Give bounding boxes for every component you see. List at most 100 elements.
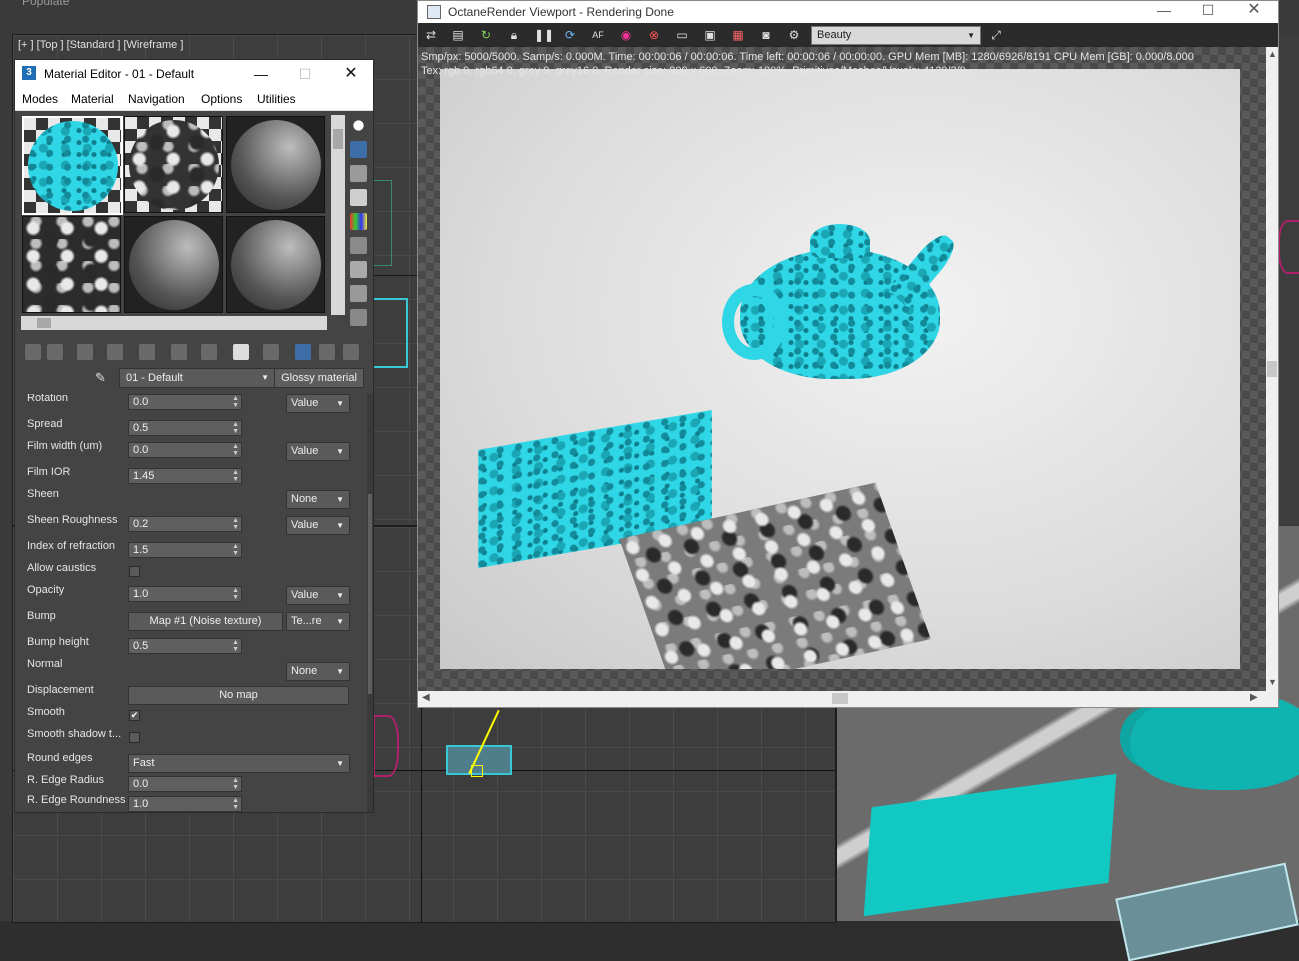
slots-vertical-scrollbar[interactable]: [331, 115, 345, 315]
allow-caustics-checkbox[interactable]: [129, 566, 140, 577]
bump-height-spinner[interactable]: 0.5 ▲ ▼: [128, 638, 242, 654]
options-icon[interactable]: [350, 261, 367, 278]
sample-slot-1[interactable]: [22, 116, 123, 215]
video-color-check-icon[interactable]: [350, 213, 367, 230]
show-end-result-icon[interactable]: [295, 344, 311, 360]
delete-icon[interactable]: [107, 344, 123, 360]
sample-slot-4[interactable]: [22, 216, 121, 313]
render-horizontal-scrollbar[interactable]: ◀ ▶: [418, 691, 1266, 706]
region-render-icon[interactable]: ⊗: [646, 27, 662, 43]
round-edges-dropdown[interactable]: Fast ▼: [128, 754, 350, 773]
spinner-arrows-icon[interactable]: ▲ ▼: [232, 587, 239, 601]
right-viewport-edge[interactable]: [1276, 34, 1299, 524]
menu-options[interactable]: Options: [201, 92, 242, 106]
spinner-arrows-icon[interactable]: ▲ ▼: [232, 395, 239, 409]
spinner-arrows-icon[interactable]: ▲ ▼: [232, 443, 239, 457]
sample-slot-2[interactable]: [124, 116, 223, 213]
clipboard-icon[interactable]: ▤: [450, 27, 466, 43]
rotation-spinner[interactable]: 0.0 ▲ ▼: [128, 394, 242, 410]
sample-uv-tiling-icon[interactable]: [350, 189, 367, 206]
material-editor-titlebar[interactable]: 3 Material Editor - 01 - Default — ☐ ✕: [15, 60, 373, 88]
select-by-material-icon[interactable]: [350, 285, 367, 302]
material-id-icon[interactable]: [233, 344, 249, 360]
make-unique-icon[interactable]: [171, 344, 187, 360]
sample-type-icon[interactable]: [350, 117, 367, 134]
sheen-mode-dropdown[interactable]: None ▼: [286, 490, 350, 509]
menu-modes[interactable]: Modes: [22, 92, 58, 106]
sheen-roughness-spinner[interactable]: 0.2 ▲ ▼: [128, 516, 242, 532]
expand-icon[interactable]: ⤢: [988, 27, 1004, 43]
eyedropper-icon[interactable]: ✎: [95, 370, 106, 386]
render-canvas[interactable]: Smp/px: 5000/5000. Samp/s: 0.000M. Time:…: [418, 47, 1266, 691]
make-copy-icon[interactable]: [139, 344, 155, 360]
minimize-icon[interactable]: —: [243, 62, 279, 86]
send-scene-icon[interactable]: ⇄: [423, 27, 439, 43]
ior-spinner[interactable]: 1.5 ▲ ▼: [128, 542, 242, 558]
pause-icon[interactable]: ❚❚: [534, 27, 554, 43]
spinner-arrows-icon[interactable]: ▲ ▼: [232, 421, 239, 435]
spread-spinner[interactable]: 0.5 ▲ ▼: [128, 420, 242, 436]
menu-navigation[interactable]: Navigation: [128, 92, 185, 106]
autofocus-icon[interactable]: AF: [590, 27, 606, 43]
assign-to-selection-icon[interactable]: [77, 344, 93, 360]
refresh-icon[interactable]: ⟳: [562, 27, 578, 43]
menu-material[interactable]: Material: [71, 92, 114, 106]
display-icon[interactable]: ▭: [674, 27, 690, 43]
backlight-icon[interactable]: [350, 141, 367, 158]
sample-slot-3[interactable]: [226, 116, 325, 213]
color-picker-icon[interactable]: ◉: [618, 27, 634, 43]
sample-slot-5[interactable]: [124, 216, 223, 313]
material-editor-window[interactable]: 3 Material Editor - 01 - Default — ☐ ✕ M…: [14, 59, 374, 813]
scroll-thumb[interactable]: [37, 318, 51, 328]
save-render-icon[interactable]: ▦: [730, 27, 746, 43]
octane-viewport-window[interactable]: OctaneRender Viewport - Rendering Done —…: [417, 0, 1279, 708]
spinner-arrows-icon[interactable]: ▲ ▼: [232, 517, 239, 531]
spinner-arrows-icon[interactable]: ▲ ▼: [232, 469, 239, 483]
material-type-button[interactable]: Glossy material: [274, 368, 364, 388]
make-preview-icon[interactable]: [350, 237, 367, 254]
scroll-thumb[interactable]: [333, 129, 343, 149]
sample-slot-6[interactable]: [226, 216, 325, 313]
gear-icon[interactable]: ⚙: [786, 27, 802, 43]
bump-mode-dropdown[interactable]: Te...re ▼: [286, 612, 350, 631]
spinner-arrows-icon[interactable]: ▲ ▼: [232, 777, 239, 791]
background-checker-icon[interactable]: [350, 165, 367, 182]
lock-icon[interactable]: 🔒︎: [506, 27, 522, 43]
film-width-spinner[interactable]: 0.0 ▲ ▼: [128, 442, 242, 458]
opacity-spinner[interactable]: 1.0 ▲ ▼: [128, 586, 242, 602]
material-name-dropdown[interactable]: 01 - Default ▼: [119, 368, 275, 388]
rotation-mode-dropdown[interactable]: Value ▼: [286, 394, 350, 413]
smooth-shadow-checkbox[interactable]: [129, 732, 140, 743]
scroll-thumb[interactable]: [368, 494, 372, 694]
film-region-icon[interactable]: ▣: [702, 27, 718, 43]
displacement-map-button[interactable]: No map: [128, 686, 349, 705]
maximize-icon[interactable]: ☐: [287, 62, 323, 86]
scroll-thumb[interactable]: [832, 693, 848, 704]
chevron-right-icon[interactable]: ▶: [1250, 692, 1258, 703]
maximize-icon[interactable]: ☐: [1190, 0, 1226, 22]
close-icon[interactable]: ✕: [333, 62, 369, 86]
smooth-checkbox[interactable]: ✔: [129, 710, 140, 721]
render-pass-dropdown[interactable]: Beauty ▼: [811, 26, 981, 45]
render-vertical-scrollbar[interactable]: ▲ ▼: [1266, 47, 1278, 691]
edge-radius-spinner[interactable]: 0.0 ▲ ▼: [128, 776, 242, 792]
get-material-icon[interactable]: [25, 344, 41, 360]
show-map-icon[interactable]: [263, 344, 279, 360]
close-icon[interactable]: ✕: [1236, 0, 1272, 22]
put-to-scene-icon[interactable]: [47, 344, 63, 360]
film-width-mode-dropdown[interactable]: Value ▼: [286, 442, 350, 461]
sheen-roughness-mode-dropdown[interactable]: Value ▼: [286, 516, 350, 535]
menu-utilities[interactable]: Utilities: [257, 92, 296, 106]
chevron-down-icon[interactable]: ▼: [1268, 677, 1277, 687]
go-forward-sibling-icon[interactable]: [343, 344, 359, 360]
bump-map-button[interactable]: Map #1 (Noise texture): [128, 612, 283, 631]
restart-render-icon[interactable]: ↻: [478, 27, 494, 43]
minimize-icon[interactable]: —: [1146, 0, 1182, 22]
scroll-thumb[interactable]: [1267, 361, 1277, 377]
edge-roundness-spinner[interactable]: 1.0 ▲ ▼: [128, 796, 242, 812]
opacity-mode-dropdown[interactable]: Value ▼: [286, 586, 350, 605]
octane-titlebar[interactable]: OctaneRender Viewport - Rendering Done —…: [418, 1, 1278, 23]
slots-horizontal-scrollbar[interactable]: [21, 316, 327, 330]
film-ior-spinner[interactable]: 1.45 ▲ ▼: [128, 468, 242, 484]
normal-mode-dropdown[interactable]: None ▼: [286, 662, 350, 681]
